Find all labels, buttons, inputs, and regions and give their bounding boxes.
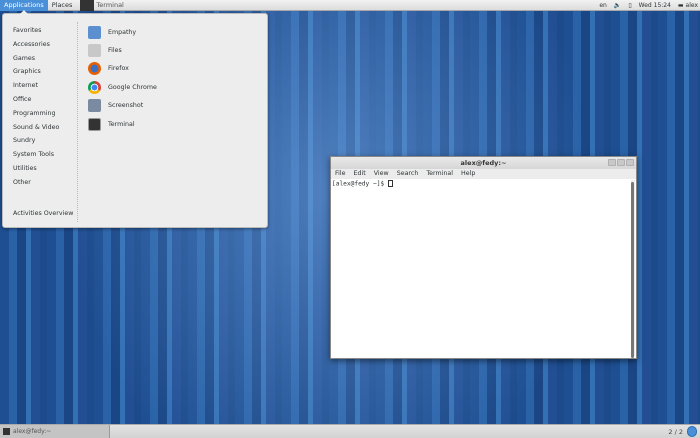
text-cursor — [387, 180, 393, 187]
scrollbar-thumb[interactable] — [631, 182, 634, 358]
top-bar: Applications Places Terminal en 🔈 ▯ Wed … — [0, 0, 700, 11]
activities-overview-link[interactable]: Activities Overview — [13, 210, 73, 217]
app-label: Firefox — [108, 65, 129, 73]
category-games[interactable]: Games — [13, 52, 59, 66]
app-terminal[interactable]: Terminal — [88, 115, 157, 133]
app-google-chrome[interactable]: Google Chrome — [88, 78, 157, 96]
network-icon[interactable]: ▯ — [628, 2, 631, 9]
applications-menu: Favorites Accessories Games Graphics Int… — [2, 10, 268, 228]
terminal-icon — [3, 428, 10, 435]
app-files[interactable]: Files — [88, 41, 157, 59]
shell-prompt: [alex@fedy ~]$ — [332, 180, 388, 188]
user-name: alex — [685, 2, 698, 9]
keyboard-layout[interactable]: en — [599, 2, 607, 9]
terminal-icon — [80, 0, 95, 11]
terminal-icon — [88, 117, 101, 131]
app-label: Screenshot — [108, 102, 144, 110]
category-favorites[interactable]: Favorites — [13, 24, 59, 38]
task-label: alex@fedy:~ — [13, 428, 52, 435]
menu-divider — [77, 22, 78, 222]
app-label: Empathy — [108, 28, 137, 36]
app-firefox[interactable]: Firefox — [88, 60, 157, 78]
close-button[interactable] — [626, 159, 634, 166]
notification-icon[interactable] — [687, 426, 697, 437]
workspace-indicator[interactable]: 2 / 2 — [668, 428, 683, 436]
menu-view[interactable]: View — [374, 169, 389, 179]
empathy-icon — [88, 25, 101, 39]
category-internet[interactable]: Internet — [13, 79, 59, 93]
menu-help[interactable]: Help — [461, 169, 475, 179]
app-list: Empathy Files Firefox Google Chrome Scre… — [88, 23, 157, 133]
menu-edit[interactable]: Edit — [354, 169, 366, 179]
menu-file[interactable]: File — [335, 169, 346, 179]
places-menu-button[interactable]: Places — [48, 0, 77, 11]
category-system-tools[interactable]: System Tools — [13, 148, 59, 162]
app-label: Google Chrome — [108, 83, 157, 91]
files-icon — [88, 44, 101, 58]
active-app-button[interactable]: Terminal — [76, 0, 127, 11]
terminal-content[interactable]: [alex@fedy ~]$ — [331, 179, 636, 358]
clock[interactable]: Wed 15:24 — [639, 2, 671, 9]
maximize-button[interactable] — [617, 159, 625, 166]
chrome-icon — [88, 80, 101, 94]
bottom-bar: alex@fedy:~ 2 / 2 — [0, 424, 700, 438]
taskbar-item-terminal[interactable]: alex@fedy:~ — [0, 425, 110, 438]
terminal-window: alex@fedy:~ File Edit View Search Termin… — [330, 156, 637, 359]
menu-search[interactable]: Search — [397, 169, 419, 179]
category-list: Favorites Accessories Games Graphics Int… — [13, 24, 59, 190]
window-title: alex@fedy:~ — [460, 159, 507, 167]
category-utilities[interactable]: Utilities — [13, 162, 59, 176]
active-app-label: Terminal — [96, 0, 124, 9]
firefox-icon — [88, 62, 101, 76]
volume-icon[interactable]: 🔈 — [614, 2, 621, 9]
app-empathy[interactable]: Empathy — [88, 23, 157, 41]
category-graphics[interactable]: Graphics — [13, 65, 59, 79]
chat-icon: ▬ — [677, 2, 684, 9]
terminal-titlebar[interactable]: alex@fedy:~ — [331, 157, 636, 169]
category-accessories[interactable]: Accessories — [13, 38, 59, 52]
category-office[interactable]: Office — [13, 93, 59, 107]
screenshot-icon — [88, 99, 101, 113]
applications-menu-button[interactable]: Applications — [0, 0, 48, 11]
minimize-button[interactable] — [608, 159, 616, 166]
category-programming[interactable]: Programming — [13, 107, 59, 121]
category-other[interactable]: Other — [13, 176, 59, 190]
terminal-menubar: File Edit View Search Terminal Help — [331, 169, 636, 179]
app-screenshot[interactable]: Screenshot — [88, 97, 157, 115]
category-sundry[interactable]: Sundry — [13, 134, 59, 148]
user-menu[interactable]: ▬ alex — [678, 2, 698, 9]
app-label: Files — [108, 47, 122, 55]
menu-terminal[interactable]: Terminal — [426, 169, 453, 179]
scrollbar[interactable] — [631, 180, 635, 358]
category-sound-video[interactable]: Sound & Video — [13, 121, 59, 135]
app-label: Terminal — [108, 120, 135, 128]
